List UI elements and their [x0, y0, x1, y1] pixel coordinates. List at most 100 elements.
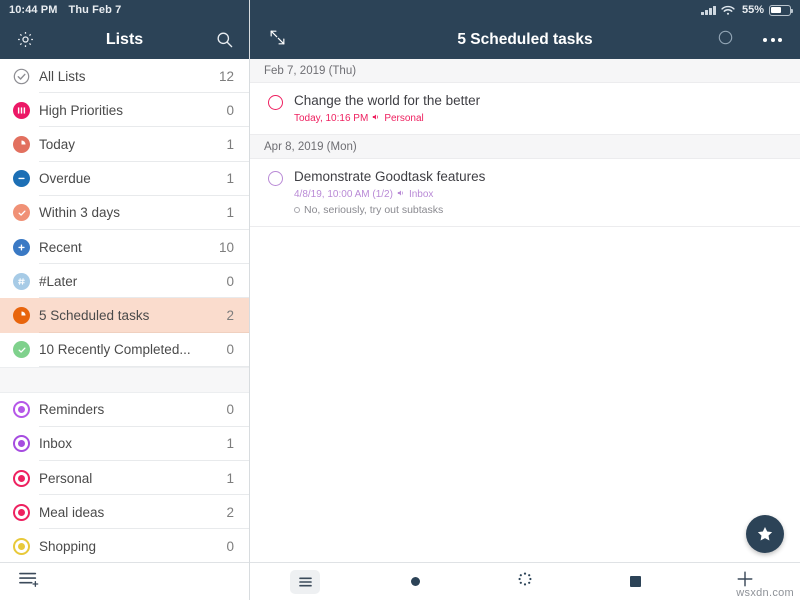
sidebar-status-bar: 10:44 PM Thu Feb 7 — [0, 0, 249, 20]
task-body: Change the world for the better Today, 10… — [294, 92, 786, 125]
task-list[interactable]: Feb 7, 2019 (Thu) Change the world for th… — [250, 59, 800, 562]
sidebar-item-count: 0 — [226, 103, 234, 118]
dot-button[interactable] — [360, 577, 470, 586]
task-complete-circle[interactable] — [268, 95, 283, 110]
star-icon — [756, 525, 774, 543]
favorite-fab-button[interactable] — [746, 515, 784, 553]
sidebar-list[interactable]: All Lists12High Priorities0Today1Overdue… — [0, 59, 249, 562]
check-circle-icon — [13, 204, 30, 221]
list-dot-icon — [13, 435, 30, 452]
hashtag-icon — [13, 273, 30, 290]
list-dot-icon — [13, 504, 30, 521]
list-dot-icon — [13, 538, 30, 555]
app-root: 10:44 PM Thu Feb 7 Lists All Lists12High… — [0, 0, 800, 600]
minus-circle-icon — [13, 170, 30, 187]
sidebar-item-within-3-days[interactable]: Within 3 days1 — [0, 196, 249, 230]
plus-circle-icon — [13, 239, 30, 256]
sidebar-item-all-lists[interactable]: All Lists12 — [0, 59, 249, 93]
more-options-icon[interactable] — [763, 38, 782, 42]
collapse-arrows-icon[interactable] — [268, 28, 287, 52]
task-meta: Today, 10:16 PM Personal — [294, 112, 786, 125]
filled-square-icon — [630, 576, 641, 587]
sidebar-item-label: Shopping — [39, 539, 226, 554]
main-navbar: 5 Scheduled tasks — [250, 20, 800, 59]
task-subtask: No, seriously, try out subtasks — [294, 203, 786, 217]
sidebar-item-shopping[interactable]: Shopping0 — [0, 529, 249, 562]
wifi-icon — [721, 5, 735, 16]
task-meta-list: Personal — [384, 112, 423, 125]
filled-dot-icon — [411, 577, 420, 586]
task-title: Demonstrate Goodtask features — [294, 168, 786, 185]
sidebar-item-count: 10 — [219, 240, 234, 255]
sidebar-item-label: 10 Recently Completed... — [39, 342, 226, 357]
task-meta-date: Today, 10:16 PM — [294, 112, 368, 125]
sidebar-item-label: #Later — [39, 274, 226, 289]
hamburger-menu-icon — [290, 570, 320, 594]
sidebar-item-count: 1 — [226, 436, 234, 451]
status-time: 10:44 PM — [9, 4, 58, 16]
task-meta-date: 4/8/19, 10:00 AM (1/2) — [294, 188, 393, 201]
sidebar-item-overdue[interactable]: Overdue1 — [0, 162, 249, 196]
task-row[interactable]: Change the world for the better Today, 10… — [250, 83, 800, 135]
sidebar-item-label: High Priorities — [39, 103, 226, 118]
sidebar-item-label: Overdue — [39, 171, 226, 186]
gear-icon[interactable] — [14, 29, 36, 51]
sidebar-item-10-recently-completed[interactable]: 10 Recently Completed...0 — [0, 333, 249, 367]
list-dot-icon — [13, 470, 30, 487]
clock-icon — [13, 307, 30, 324]
main-bottom-bar: wsxdn.com — [250, 562, 800, 600]
sidebar-item-count: 0 — [226, 274, 234, 289]
menu-button[interactable] — [250, 570, 360, 594]
sidebar-item-count: 2 — [226, 308, 234, 323]
sidebar-item-count: 2 — [226, 505, 234, 520]
sidebar-item-count: 0 — [226, 402, 234, 417]
sidebar-item-label: Recent — [39, 240, 219, 255]
sidebar-item-high-priorities[interactable]: High Priorities0 — [0, 93, 249, 127]
sidebar-item-recent[interactable]: Recent10 — [0, 230, 249, 264]
sidebar-bottom-bar — [0, 562, 249, 600]
watermark: wsxdn.com — [736, 587, 794, 599]
sidebar-item-meal-ideas[interactable]: Meal ideas2 — [0, 495, 249, 529]
sidebar-item-inbox[interactable]: Inbox1 — [0, 427, 249, 461]
activity-button[interactable] — [470, 572, 580, 591]
battery-percent: 55% — [742, 4, 764, 16]
task-body: Demonstrate Goodtask features 4/8/19, 10:… — [294, 168, 786, 217]
empty-circle-icon[interactable] — [718, 30, 733, 50]
task-row[interactable]: Demonstrate Goodtask features 4/8/19, 10:… — [250, 159, 800, 227]
sidebar-title: Lists — [0, 31, 249, 49]
sidebar-item-today[interactable]: Today1 — [0, 127, 249, 161]
task-date-header: Apr 8, 2019 (Mon) — [250, 135, 800, 159]
subtask-label: No, seriously, try out subtasks — [304, 203, 443, 217]
sidebar-item-count: 0 — [226, 539, 234, 554]
check-circle-icon — [13, 341, 30, 358]
sidebar-item-count: 12 — [219, 69, 234, 84]
battery-icon — [769, 5, 791, 16]
sidebar-item-count: 1 — [226, 137, 234, 152]
list-dot-icon — [13, 401, 30, 418]
sidebar-item-count: 1 — [226, 171, 234, 186]
search-icon[interactable] — [213, 29, 235, 51]
add-list-icon[interactable] — [17, 569, 41, 594]
square-button[interactable] — [580, 576, 690, 587]
task-complete-circle[interactable] — [268, 171, 283, 186]
task-title: Change the world for the better — [294, 92, 786, 109]
sidebar-item-label: Meal ideas — [39, 505, 226, 520]
sidebar-item-later[interactable]: #Later0 — [0, 264, 249, 298]
check-circle-icon — [13, 68, 30, 85]
task-meta-list: Inbox — [409, 188, 433, 201]
sidebar-item-label: Within 3 days — [39, 205, 226, 220]
sidebar-item-reminders[interactable]: Reminders0 — [0, 393, 249, 427]
sidebar-item-label: Personal — [39, 471, 226, 486]
clock-icon — [13, 136, 30, 153]
task-date-header: Feb 7, 2019 (Thu) — [250, 59, 800, 83]
main-pane: 55% 5 Scheduled tasks — [250, 0, 800, 600]
sidebar: 10:44 PM Thu Feb 7 Lists All Lists12High… — [0, 0, 250, 600]
sidebar-item-label: All Lists — [39, 69, 219, 84]
sidebar-group-separator — [0, 367, 249, 393]
task-meta: 4/8/19, 10:00 AM (1/2) Inbox — [294, 188, 786, 201]
sidebar-item-count: 1 — [226, 205, 234, 220]
priority-icon — [13, 102, 30, 119]
sidebar-item-5-scheduled-tasks[interactable]: 5 Scheduled tasks2 — [0, 298, 249, 332]
sidebar-item-label: 5 Scheduled tasks — [39, 308, 226, 323]
sidebar-item-personal[interactable]: Personal1 — [0, 461, 249, 495]
